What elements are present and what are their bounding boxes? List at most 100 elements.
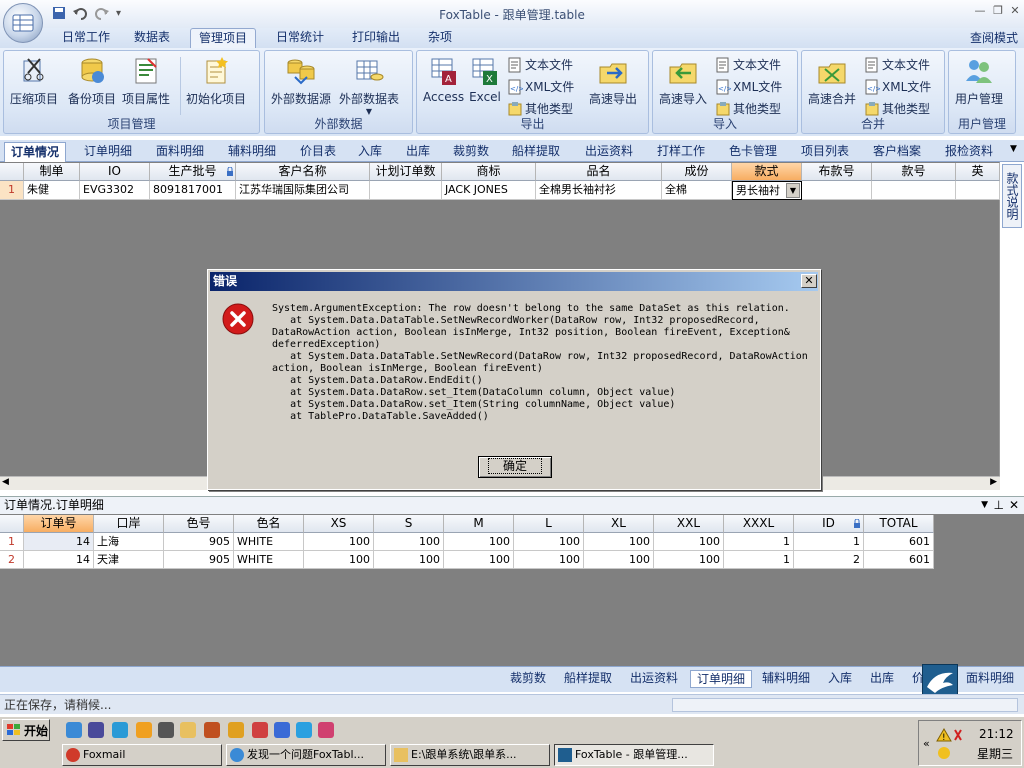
doctab-price-list[interactable]: 价目表 <box>294 142 342 162</box>
col-header[interactable]: 英 <box>956 163 1000 181</box>
import-text-button[interactable]: 文本文件 <box>715 56 781 73</box>
grid-cell[interactable] <box>802 181 872 200</box>
col-header[interactable]: 布款号 <box>802 163 872 181</box>
grid-cell[interactable]: 100 <box>374 533 444 551</box>
app-menu-button[interactable] <box>3 3 43 43</box>
merge-xml-button[interactable]: </> XML文件 <box>864 78 931 95</box>
tray-expand-icon[interactable]: « <box>923 737 930 750</box>
grid-cell[interactable]: 905 <box>164 551 234 569</box>
grid-cell[interactable]: 2 <box>794 551 864 569</box>
read-mode-button[interactable]: 查阅模式 <box>970 29 1018 46</box>
grid-cell[interactable]: 100 <box>584 551 654 569</box>
external-table-button[interactable]: 外部数据表 ▼ <box>339 55 399 116</box>
taskbar-foxmail[interactable]: Foxmail <box>62 744 222 766</box>
doctab-accessory-detail[interactable]: 辅料明细 <box>222 142 282 162</box>
user-management-button[interactable]: 用户管理 <box>955 55 1003 107</box>
tab-daily-stats[interactable]: 日常统计 <box>268 28 332 48</box>
col-header[interactable]: 客户名称 <box>236 163 370 181</box>
grid-cell[interactable]: 601 <box>864 533 934 551</box>
doctab-cut-count[interactable]: 裁剪数 <box>447 142 495 162</box>
close-icon[interactable]: ✕ <box>1007 2 1023 18</box>
col-header[interactable]: IO <box>80 163 150 181</box>
doctab-customer-file[interactable]: 客户档案 <box>867 142 927 162</box>
grid-cell[interactable]: 100 <box>304 551 374 569</box>
tab-data-table[interactable]: 数据表 <box>126 28 178 48</box>
col-header[interactable]: M <box>444 515 514 533</box>
col-header[interactable]: XS <box>304 515 374 533</box>
tab-daily-work[interactable]: 日常工作 <box>54 28 118 48</box>
doctab-stock-out[interactable]: 出库 <box>400 142 436 162</box>
col-header-selected[interactable]: 订单号 <box>24 515 94 533</box>
tab-print-output[interactable]: 打印输出 <box>344 28 408 48</box>
doctab-color-card[interactable]: 色卡管理 <box>723 142 783 162</box>
doctab-order-detail[interactable]: 订单明细 <box>78 142 138 162</box>
grid-cell-editing[interactable]: 男长袖衬 ▼ <box>732 181 802 200</box>
taskbar-foxtable[interactable]: FoxTable - 跟单管理... <box>554 744 714 766</box>
row-number[interactable]: 2 <box>0 551 24 569</box>
grid-cell[interactable] <box>370 181 442 200</box>
col-header[interactable]: 成份 <box>662 163 732 181</box>
camera-icon[interactable] <box>158 722 174 738</box>
minimize-icon[interactable]: — <box>972 2 988 18</box>
folder-icon[interactable] <box>180 722 196 738</box>
panel-pin-icon[interactable]: ⊥ <box>994 497 1004 514</box>
row-number[interactable]: 1 <box>0 181 24 200</box>
skype-icon[interactable] <box>296 722 312 738</box>
tab-misc[interactable]: 杂项 <box>420 28 460 48</box>
col-header[interactable]: TOTAL <box>864 515 934 533</box>
external-source-button[interactable]: 外部数据源 <box>271 55 331 107</box>
grid-cell[interactable]: 朱健 <box>24 181 80 200</box>
start-button[interactable]: 开始 <box>2 719 50 741</box>
btab-stock-in[interactable]: 入库 <box>822 670 858 688</box>
ok-button[interactable]: 确定 <box>478 456 552 478</box>
ie-icon[interactable] <box>66 722 82 738</box>
grid-cell[interactable]: 100 <box>444 551 514 569</box>
grid-cell[interactable]: 1 <box>724 533 794 551</box>
grid-cell[interactable]: 全棉 <box>662 181 732 200</box>
grid-cell[interactable]: WHITE <box>234 533 304 551</box>
grid-cell[interactable]: 100 <box>444 533 514 551</box>
col-header[interactable]: 品名 <box>536 163 662 181</box>
tab-manage-project[interactable]: 管理项目 <box>190 28 257 48</box>
grid-cell[interactable] <box>956 181 1000 200</box>
init-project-button[interactable]: 初始化项目 <box>186 55 246 107</box>
taskbar-browser[interactable]: 发现一个问题FoxTabl... <box>226 744 386 766</box>
export-xml-button[interactable]: </> XML文件 <box>507 78 574 95</box>
grid-cell[interactable]: 100 <box>654 533 724 551</box>
grid-cell[interactable]: 江苏华瑞国际集团公司 <box>236 181 370 200</box>
grid-cell[interactable]: 天津 <box>94 551 164 569</box>
doctab-inspection[interactable]: 报检资料 <box>939 142 999 162</box>
backup-project-button[interactable]: 备份项目 <box>68 55 116 107</box>
grid-cell[interactable]: 上海 <box>94 533 164 551</box>
fast-export-button[interactable]: 高速导出 <box>589 55 637 107</box>
dialog-close-icon[interactable]: ✕ <box>801 274 817 288</box>
btab-accessory-detail[interactable]: 辅料明细 <box>756 670 816 688</box>
grid-cell[interactable]: 905 <box>164 533 234 551</box>
col-header[interactable]: XL <box>584 515 654 533</box>
col-header[interactable]: 款号 <box>872 163 956 181</box>
doctab-shipping-info[interactable]: 出运资料 <box>579 142 639 162</box>
btab-fabric-detail[interactable]: 面料明细 <box>960 670 1020 688</box>
btab-stock-out[interactable]: 出库 <box>864 670 900 688</box>
grid-corner[interactable] <box>0 515 24 533</box>
grid-cell[interactable]: 1 <box>794 533 864 551</box>
grid-cell[interactable]: 601 <box>864 551 934 569</box>
chat-icon[interactable] <box>136 722 152 738</box>
compress-project-button[interactable]: 压缩项目 <box>10 55 58 107</box>
export-access-button[interactable]: A Access <box>423 55 464 104</box>
grid-cell[interactable]: 100 <box>304 533 374 551</box>
doctab-order-info[interactable]: 订单情况 <box>4 142 67 163</box>
tool-icon[interactable] <box>228 722 244 738</box>
grid-cell[interactable]: 1 <box>724 551 794 569</box>
col-header[interactable]: 色名 <box>234 515 304 533</box>
col-header[interactable]: 制单 <box>24 163 80 181</box>
grid-cell[interactable]: 8091817001 <box>150 181 236 200</box>
tray-icons[interactable]: ! <box>935 727 971 763</box>
merge-text-button[interactable]: 文本文件 <box>864 56 930 73</box>
panel-close-icon[interactable]: ✕ <box>1009 497 1019 514</box>
col-header[interactable]: XXL <box>654 515 724 533</box>
doctab-fabric-detail[interactable]: 面料明细 <box>150 142 210 162</box>
btab-cut-count[interactable]: 裁剪数 <box>504 670 552 688</box>
grid-cell[interactable]: 100 <box>374 551 444 569</box>
cell-dropdown-icon[interactable]: ▼ <box>786 183 800 198</box>
